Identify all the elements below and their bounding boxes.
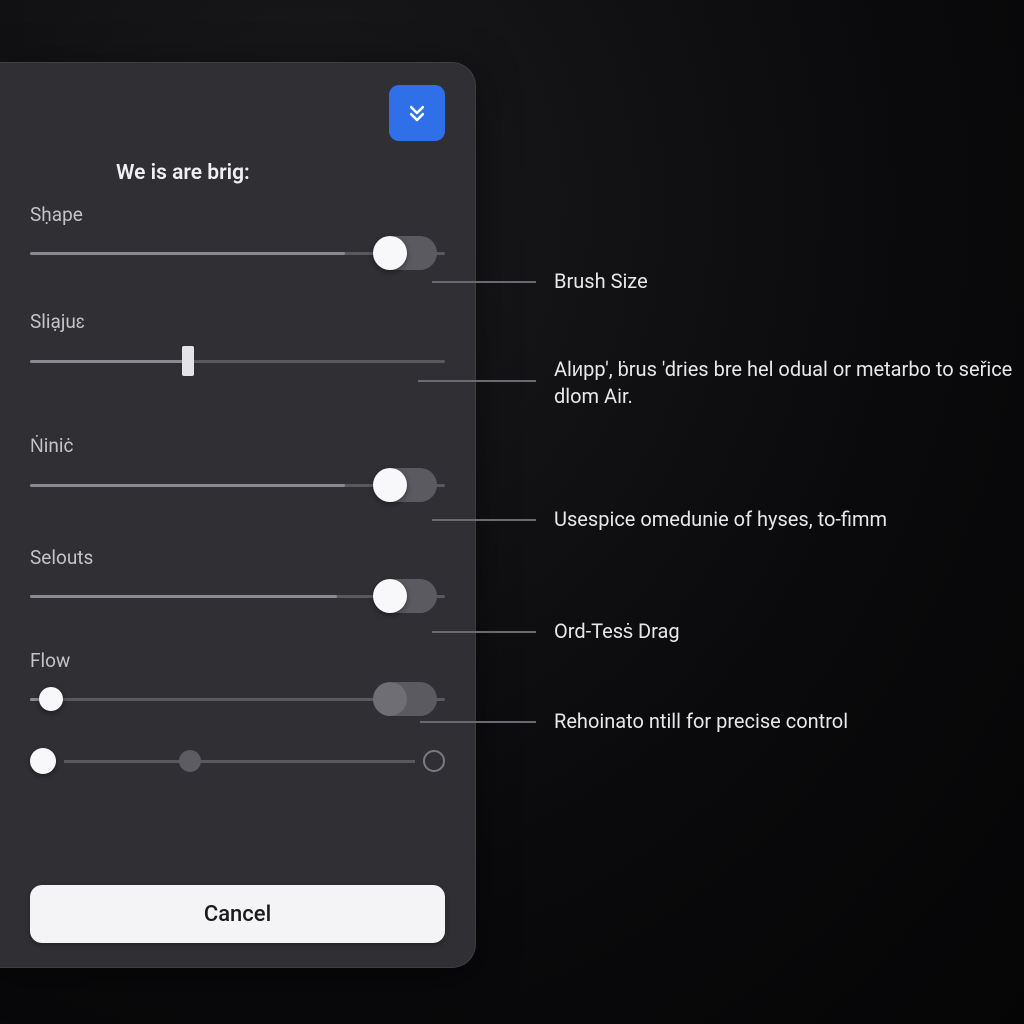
selouts-toggle[interactable] — [379, 579, 437, 613]
control-sliajut: Sliạjuɛ — [30, 310, 445, 378]
control-shape: Sḥape — [30, 203, 445, 270]
shape-label: Sḥape — [30, 203, 445, 226]
callout-brush-size: Brush Size — [432, 268, 648, 295]
callout-description-text: Alᴎpp', ḃrus 'dries bre hel odual or met… — [554, 356, 1024, 410]
selouts-label: Selouts — [30, 546, 445, 569]
selouts-slider[interactable] — [30, 579, 445, 613]
flow-extra-track[interactable] — [64, 760, 415, 763]
ninic-toggle[interactable] — [379, 468, 437, 502]
callout-description: Alᴎpp', ḃrus 'dries bre hel odual or met… — [418, 368, 1024, 410]
control-selouts: Selouts — [30, 546, 445, 613]
callout-precise-control: Rehoinato ntill for precise control — [420, 708, 848, 735]
callout-usespice: Usespice omedunie of hyses, to-fimm — [432, 506, 887, 533]
flow-thumb[interactable] — [39, 687, 63, 711]
cancel-button-label: Cancel — [204, 902, 271, 927]
cancel-button[interactable]: Cancel — [30, 885, 445, 943]
flow-dot-mid-icon[interactable] — [179, 750, 201, 772]
ninic-slider[interactable] — [30, 468, 445, 502]
panel-title: We is are brig: — [116, 161, 445, 185]
ninic-label: Ṅiniċ — [30, 434, 445, 458]
download-button[interactable] — [389, 85, 445, 141]
flow-options-row[interactable] — [30, 744, 445, 778]
flow-slider[interactable] — [30, 682, 445, 716]
sliajut-thumb[interactable] — [182, 346, 194, 376]
download-double-chevron-icon — [403, 99, 431, 127]
control-flow: Flow — [30, 649, 445, 778]
panel-header — [30, 85, 445, 141]
flow-label: Flow — [30, 649, 445, 672]
callout-usespice-text: Usespice omedunie of hyses, to-fimm — [554, 506, 887, 533]
sliajut-slider[interactable] — [30, 344, 445, 378]
callout-ord-tess-text: Ord-Tesṡ Drag — [554, 618, 680, 645]
settings-panel: We is are brig: Sḥape Sliạjuɛ Ṅiniċ Selo… — [0, 62, 476, 968]
flow-dot-start-icon[interactable] — [30, 748, 56, 774]
callout-brush-size-text: Brush Size — [554, 268, 648, 295]
shape-slider[interactable] — [30, 236, 445, 270]
shape-toggle[interactable] — [379, 236, 437, 270]
callout-ord-tess: Ord-Tesṡ Drag — [432, 618, 680, 645]
control-ninic: Ṅiniċ — [30, 434, 445, 502]
callout-precise-control-text: Rehoinato ntill for precise control — [554, 708, 848, 735]
flow-dot-end-icon[interactable] — [423, 750, 445, 772]
sliajut-label: Sliạjuɛ — [30, 310, 445, 334]
